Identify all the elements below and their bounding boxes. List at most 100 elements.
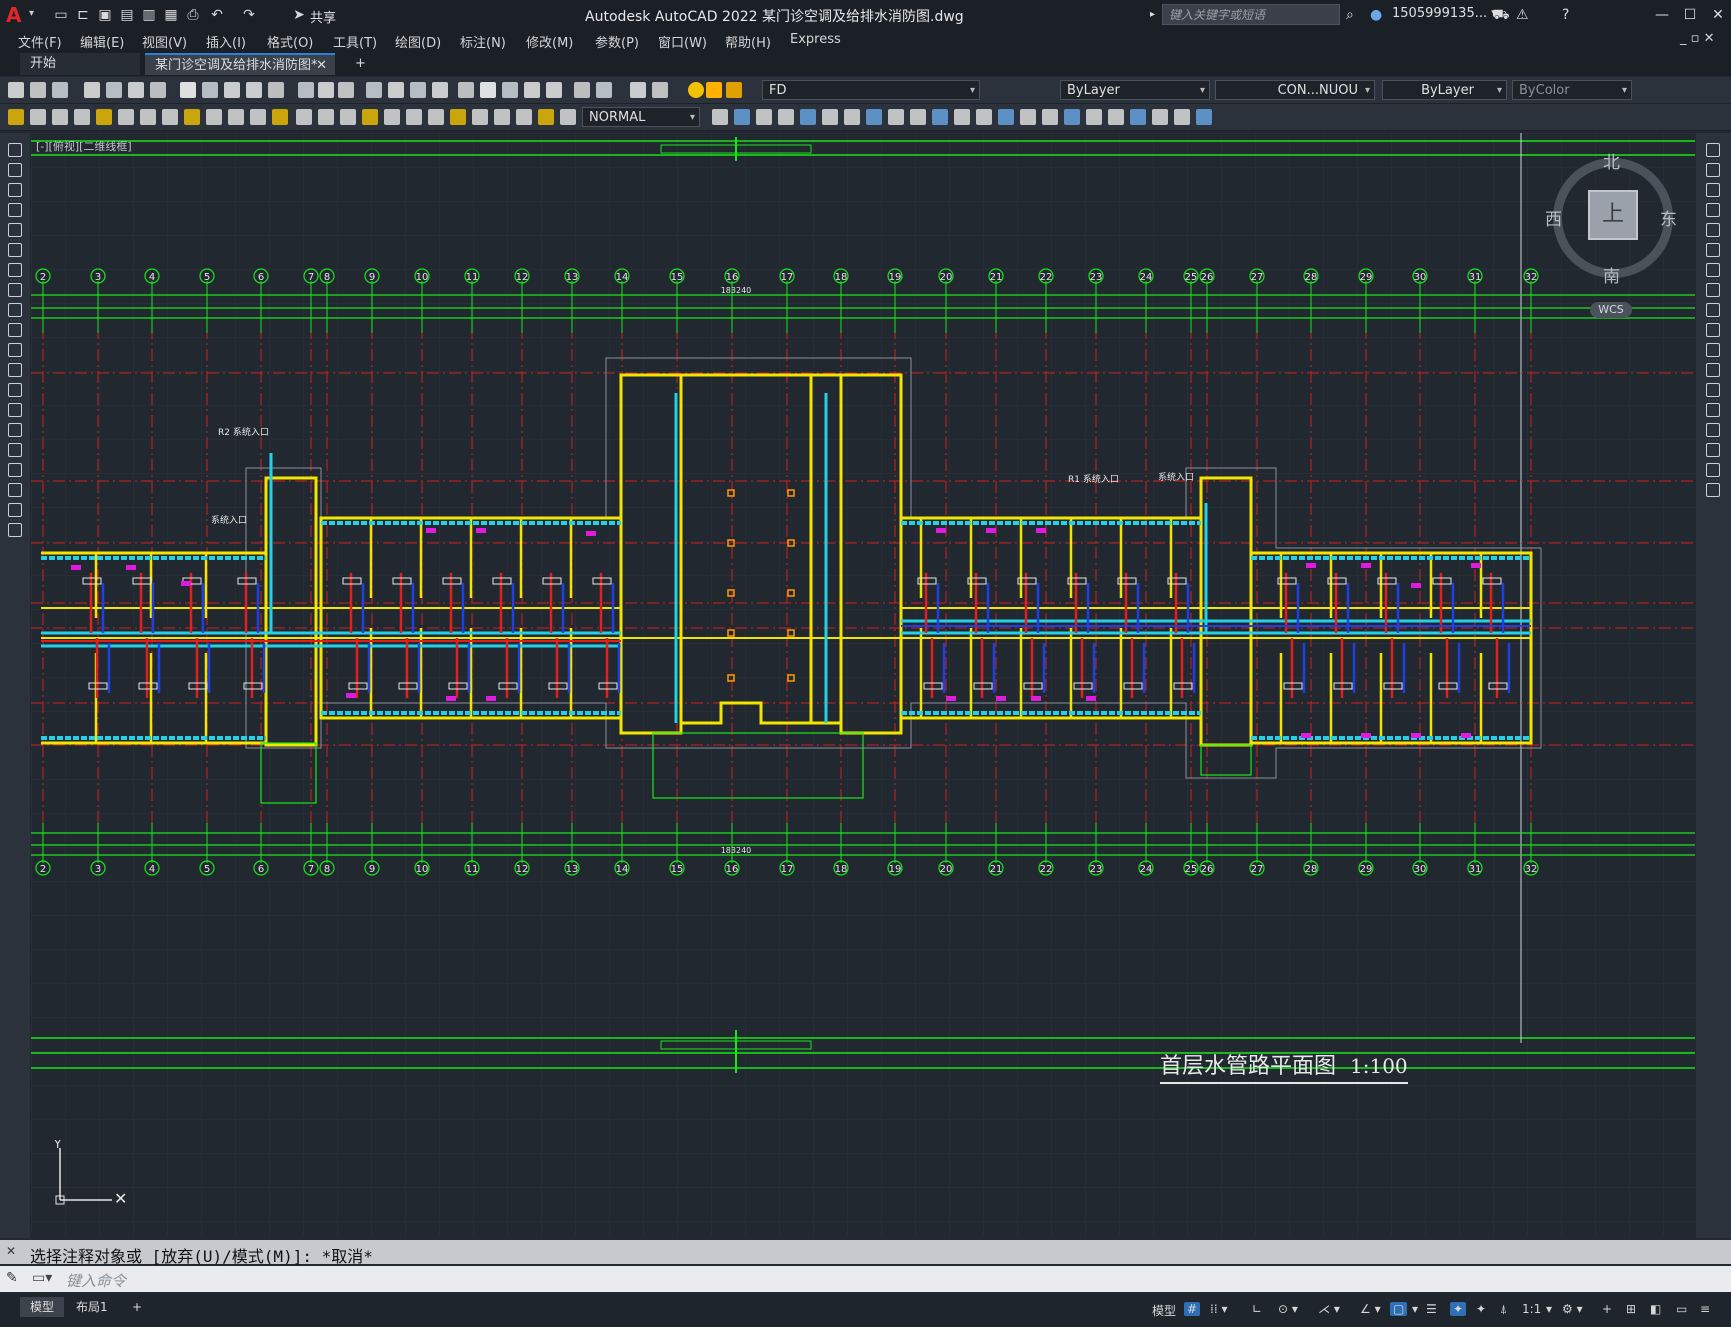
modify-tool-icon[interactable] [1706, 163, 1720, 177]
search-expand-icon[interactable]: ▸ [1150, 6, 1155, 24]
annotation-scale-icon[interactable]: ⍋ [1500, 1302, 1507, 1317]
draw-tool-icon[interactable] [8, 263, 22, 277]
modify-tool-icon[interactable] [1706, 303, 1720, 317]
draw-tool-icon[interactable] [8, 383, 22, 397]
close-tab-icon[interactable]: ✕ [316, 55, 327, 77]
object-snap-tracking-icon[interactable]: ∠ ▾ [1360, 1302, 1381, 1316]
draw-tool-icon[interactable] [8, 183, 22, 197]
toolbar-tool-icon[interactable] [546, 82, 562, 98]
viewcube-north[interactable]: 北 [1603, 148, 1620, 173]
app-menu-caret-icon[interactable]: ▾ [29, 8, 34, 19]
draw-tool-icon[interactable] [8, 363, 22, 377]
close-command-icon[interactable]: ✕ [6, 1244, 16, 1258]
modify-tool-icon[interactable] [1706, 263, 1720, 277]
linetype-dropdown[interactable]: CON...NUOU ▾ [1215, 80, 1375, 100]
toolbar-tool-icon[interactable] [384, 109, 400, 125]
toolbar-tool-icon[interactable] [1042, 109, 1058, 125]
units-icon[interactable]: ⊞ [1626, 1302, 1636, 1316]
toolbar-tool-icon[interactable] [184, 109, 200, 125]
toolbar-tool-icon[interactable] [866, 109, 882, 125]
modify-tool-icon[interactable] [1706, 443, 1720, 457]
open-file-icon[interactable]: ⊏ [74, 6, 92, 24]
modify-tool-icon[interactable] [1706, 223, 1720, 237]
modify-tool-icon[interactable] [1706, 283, 1720, 297]
command-prompt-icon[interactable]: ▭▾ [32, 1270, 52, 1286]
toolbar-tool-icon[interactable] [318, 82, 334, 98]
menu-tools[interactable]: 工具(T) [333, 32, 377, 51]
open-web-icon[interactable]: ▥ [140, 6, 158, 24]
share-icon[interactable]: ➤ [290, 6, 308, 24]
clean-screen-icon[interactable]: ▭ [1676, 1302, 1687, 1316]
undo-icon[interactable]: ↶ [208, 6, 226, 24]
isodraft-icon[interactable]: ⋌ ▾ [1318, 1302, 1340, 1316]
toolbar-tool-icon[interactable] [272, 109, 288, 125]
add-layout-button[interactable]: + [122, 1297, 152, 1317]
draw-tool-icon[interactable] [8, 463, 22, 477]
draw-tool-icon[interactable] [8, 163, 22, 177]
hardware-acceleration-icon[interactable]: ◧ [1650, 1302, 1661, 1316]
lineweight-dropdown[interactable]: ByLayer ▾ [1382, 80, 1507, 100]
draw-tool-icon[interactable] [8, 243, 22, 257]
dimstyle-dropdown[interactable]: NORMAL ▾ [582, 107, 700, 127]
toolbar-tool-icon[interactable] [340, 109, 356, 125]
layer-on-icon[interactable] [688, 82, 704, 98]
plot-icon[interactable]: ⎙ [184, 6, 202, 24]
toolbar-tool-icon[interactable] [756, 109, 772, 125]
menu-insert[interactable]: 插入(I) [206, 32, 246, 51]
help-icon[interactable]: ? [1562, 6, 1569, 24]
annotation-monitor-icon[interactable]: + [1602, 1302, 1612, 1316]
modify-tool-icon[interactable] [1706, 383, 1720, 397]
modify-tool-icon[interactable] [1706, 463, 1720, 477]
snap-dropdown-icon[interactable]: ▾ [1412, 1302, 1418, 1316]
modify-tool-icon[interactable] [1706, 403, 1720, 417]
menu-view[interactable]: 视图(V) [142, 32, 187, 51]
draw-tool-icon[interactable] [8, 523, 22, 537]
toolbar-tool-icon[interactable] [406, 109, 422, 125]
ortho-icon[interactable]: ∟ [1252, 1302, 1262, 1316]
viewcube-west[interactable]: 西 [1545, 205, 1562, 230]
toolbar-tool-icon[interactable] [432, 82, 448, 98]
toolbar-tool-icon[interactable] [250, 109, 266, 125]
toolbar-tool-icon[interactable] [480, 82, 496, 98]
model-space-toggle[interactable]: 模型 [1152, 1302, 1176, 1319]
close-button[interactable]: ✕ [1704, 4, 1731, 26]
modify-tool-icon[interactable] [1706, 363, 1720, 377]
redo-icon[interactable]: ↷ [240, 6, 258, 24]
toolbar-tool-icon[interactable] [8, 109, 24, 125]
draw-tool-icon[interactable] [8, 283, 22, 297]
modify-tool-icon[interactable] [1706, 143, 1720, 157]
toolbar-tool-icon[interactable] [458, 82, 474, 98]
save-web-icon[interactable]: ▦ [162, 6, 180, 24]
viewcube-top-face[interactable]: 上 [1588, 190, 1638, 240]
toolbar-tool-icon[interactable] [652, 82, 668, 98]
modify-tool-icon[interactable] [1706, 203, 1720, 217]
customization-icon[interactable]: ≡ [1700, 1302, 1710, 1316]
draw-tool-icon[interactable] [8, 143, 22, 157]
toolbar-tool-icon[interactable] [822, 109, 838, 125]
layout-tab-1[interactable]: 布局1 [66, 1297, 118, 1317]
draw-tool-icon[interactable] [8, 443, 22, 457]
toolbar-tool-icon[interactable] [180, 82, 196, 98]
autocad-logo-icon[interactable]: A [6, 4, 28, 26]
tab-document[interactable]: 某门诊空调及给排水消防图* ✕ [145, 53, 335, 75]
snap-icon[interactable]: ⁞⁞ ▾ [1210, 1302, 1227, 1316]
toolbar-tool-icon[interactable] [318, 109, 334, 125]
toolbar-tool-icon[interactable] [932, 109, 948, 125]
toolbar-tool-icon[interactable] [516, 109, 532, 125]
autodesk-app-icon[interactable]: ⚠ [1516, 6, 1529, 24]
toolbar-tool-icon[interactable] [1130, 109, 1146, 125]
toolbar-tool-icon[interactable] [574, 82, 590, 98]
modify-tool-icon[interactable] [1706, 183, 1720, 197]
toolbar-tool-icon[interactable] [338, 82, 354, 98]
toolbar-tool-icon[interactable] [228, 109, 244, 125]
plotstyle-dropdown[interactable]: ByColor ▾ [1512, 80, 1632, 100]
draw-tool-icon[interactable] [8, 303, 22, 317]
annotation-visibility-icon[interactable]: ✦ [1450, 1302, 1467, 1316]
scale-dropdown-icon[interactable]: ▾ [1546, 1302, 1552, 1316]
search-icon[interactable]: ⌕ [1346, 6, 1354, 24]
toolbar-tool-icon[interactable] [224, 82, 240, 98]
user-icon[interactable]: ● [1370, 6, 1382, 24]
layer-freeze-icon[interactable] [706, 82, 722, 98]
toolbar-tool-icon[interactable] [910, 109, 926, 125]
toolbar-tool-icon[interactable] [560, 109, 576, 125]
